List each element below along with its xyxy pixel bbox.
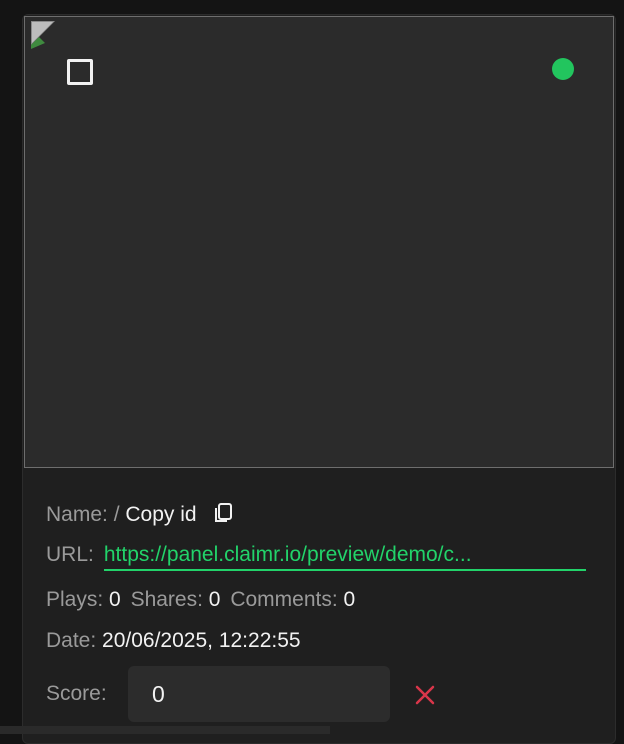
status-dot (552, 58, 574, 80)
comments-value: 0 (343, 588, 356, 611)
stats-row: Plays: 0 Shares: 0 Comments: 0 (46, 588, 355, 612)
score-label: Score: (46, 682, 107, 705)
broken-image-icon (31, 21, 55, 49)
url-label: URL: (46, 543, 94, 566)
copy-id-button[interactable]: Copy id (125, 503, 234, 526)
url-row: URL: https://panel.claimr.io/preview/demo… (46, 543, 586, 571)
name-value: / (113, 503, 120, 526)
plays-label: Plays: (46, 588, 104, 611)
copy-icon[interactable] (212, 502, 234, 524)
date-label: Date: (46, 629, 97, 652)
comments-label: Comments: (230, 588, 338, 611)
video-preview[interactable] (24, 16, 614, 468)
shares-value: 0 (208, 588, 221, 611)
shares-label: Shares: (130, 588, 203, 611)
score-input[interactable] (128, 666, 390, 722)
date-value: 20/06/2025, 12:22:55 (102, 629, 301, 652)
name-row: Name: / Copy id (46, 502, 234, 527)
scrollbar[interactable] (0, 726, 330, 734)
name-label: Name: (46, 503, 108, 526)
select-checkbox[interactable] (67, 59, 93, 85)
plays-value: 0 (109, 588, 121, 611)
close-icon[interactable] (413, 683, 437, 707)
copy-id-label[interactable]: Copy id (125, 503, 196, 526)
preview-url-link[interactable]: https://panel.claimr.io/preview/demo/c..… (103, 543, 586, 571)
date-row: Date: 20/06/2025, 12:22:55 (46, 629, 301, 653)
